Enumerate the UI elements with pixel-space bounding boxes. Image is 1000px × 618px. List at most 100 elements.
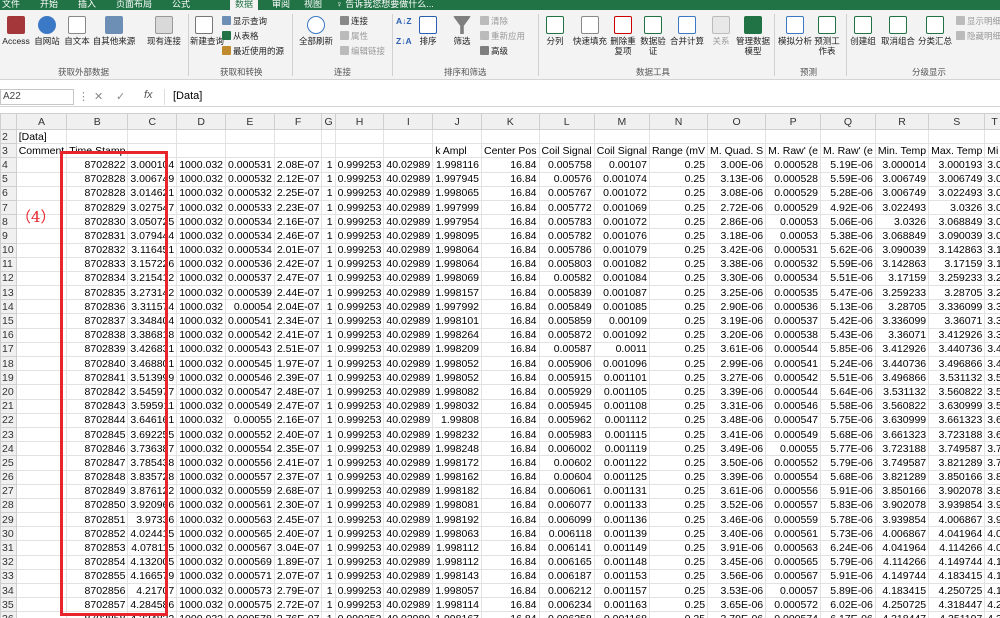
row-header[interactable]: 22 [0, 412, 17, 428]
cell[interactable]: 2.99E-06 [707, 355, 767, 372]
cell[interactable]: 1.998032 [432, 398, 482, 414]
cell[interactable]: 0.006118 [538, 526, 595, 542]
cell[interactable]: 0.25 [648, 242, 709, 258]
cell[interactable]: 1.998232 [432, 426, 482, 443]
relationships-button[interactable]: 关系 [708, 16, 734, 46]
cell[interactable]: 0.000537 [765, 313, 822, 329]
cell[interactable]: 0.25 [648, 455, 709, 471]
cell[interactable]: 0.000554 [765, 469, 822, 485]
cell[interactable]: 1 [321, 582, 336, 599]
cell[interactable]: Max. Temp [928, 143, 986, 159]
cell[interactable]: 4.250725 [874, 597, 930, 613]
cell[interactable]: 16.84 [481, 497, 540, 514]
cell[interactable]: 1.997945 [432, 171, 482, 187]
cell[interactable]: 5.59E-06 [820, 256, 876, 272]
sort-ascending-button[interactable]: A↓Z [396, 16, 412, 26]
cell[interactable]: 1000.032 [176, 611, 227, 618]
cell[interactable]: 1.998065 [432, 185, 482, 201]
cell[interactable]: 16.84 [481, 568, 540, 585]
cell[interactable]: 0.001076 [593, 228, 650, 244]
new-query-button[interactable]: 新建查询 [190, 16, 224, 46]
cell[interactable]: 0.25 [648, 384, 709, 400]
cell[interactable]: 0.000536 [225, 256, 275, 272]
cell[interactable]: 5.64E-06 [820, 384, 876, 400]
cell[interactable]: 0.000563 [225, 512, 275, 528]
enter-check-icon[interactable]: ✓ [116, 90, 125, 103]
cell[interactable]: 40.02989 [383, 185, 434, 201]
cancel-icon[interactable]: ✕ [94, 90, 103, 103]
row-header[interactable]: 5 [0, 171, 17, 187]
ungroup-button[interactable]: 取消组合 [880, 16, 916, 46]
cell[interactable]: 0.25 [648, 568, 709, 585]
column-header[interactable]: G [321, 113, 336, 130]
cell[interactable]: 3.902078 [874, 497, 930, 514]
cell[interactable]: 0.000543 [225, 341, 275, 358]
row-header[interactable]: 14 [0, 299, 17, 315]
cell[interactable]: 1.998209 [432, 341, 482, 358]
cell[interactable]: 3.749587 [874, 455, 930, 471]
cell[interactable]: 0.005803 [538, 256, 595, 272]
cell[interactable]: 4.250725 [928, 582, 986, 599]
recent-sources-button[interactable]: 最近使用的源 [222, 46, 284, 56]
cell[interactable]: 5.73E-06 [820, 526, 876, 542]
cell[interactable]: 0.006258 [538, 611, 595, 618]
cell[interactable]: 1 [321, 483, 336, 499]
cell[interactable]: 3.5 [984, 384, 1000, 400]
cell[interactable]: 16.84 [481, 597, 540, 613]
cell[interactable]: 0.000565 [765, 554, 822, 570]
show-detail-button[interactable]: 显示明细 [956, 16, 1000, 26]
cell[interactable]: 0.000534 [225, 228, 275, 244]
cell[interactable]: 3.8 [984, 469, 1000, 485]
cell[interactable]: 40.02989 [383, 313, 434, 329]
cell[interactable]: 0.25 [648, 285, 709, 301]
cell[interactable]: 0.00055 [765, 441, 822, 457]
cell[interactable]: 3.3 [984, 327, 1000, 343]
cell[interactable] [321, 143, 336, 159]
row-header[interactable]: 3 [0, 143, 17, 159]
cell[interactable]: 1 [321, 568, 336, 585]
cell[interactable]: 0.999253 [334, 228, 385, 244]
remove-duplicates-button[interactable]: 删除重复项 [610, 16, 636, 56]
cell[interactable]: 1000.032 [176, 455, 227, 471]
cell[interactable]: 40.02989 [383, 370, 434, 386]
tab-data[interactable]: 数据 [230, 0, 259, 10]
cell[interactable]: 4.1 [984, 554, 1000, 570]
cell[interactable]: 3.142863 [928, 242, 986, 258]
cell[interactable]: 40.02989 [383, 512, 434, 528]
cell[interactable]: 2.23E-07 [273, 199, 323, 216]
cell[interactable] [273, 128, 323, 145]
tab-review[interactable]: 审阅 [272, 0, 290, 10]
cell[interactable]: 3.412926 [928, 327, 986, 343]
cell[interactable]: 4.2 [984, 597, 1000, 613]
cell[interactable]: 40.02989 [383, 199, 434, 216]
cell[interactable]: 4.183415 [874, 582, 930, 599]
cell[interactable]: 0.999253 [334, 285, 385, 301]
cell[interactable]: 0.005872 [538, 327, 595, 343]
cell[interactable] [321, 128, 336, 145]
cell[interactable]: 3.939854 [928, 497, 986, 514]
cell[interactable]: 2.51E-07 [273, 341, 323, 358]
existing-connections-button[interactable]: 现有连接 [144, 16, 184, 46]
edit-links-button[interactable]: 编辑链接 [340, 46, 385, 56]
column-header[interactable]: Q [820, 113, 876, 130]
cell[interactable]: 0.000538 [765, 327, 822, 343]
cell[interactable]: 6.17E-06 [820, 611, 876, 618]
cell[interactable]: 0.000547 [765, 412, 822, 428]
cell[interactable] [334, 143, 385, 159]
cell[interactable]: Mi [984, 143, 1000, 159]
cell[interactable]: M. Quad. S [707, 143, 767, 159]
cell[interactable]: 0.006234 [538, 597, 595, 613]
row-header[interactable]: 9 [0, 228, 17, 244]
cell[interactable]: 3.39E-06 [707, 384, 767, 400]
cell[interactable]: 16.84 [481, 441, 540, 457]
cell[interactable]: 3.5 [984, 398, 1000, 414]
cell[interactable] [66, 128, 129, 145]
cell[interactable]: 0.001079 [593, 242, 650, 258]
properties-button[interactable]: 属性 [340, 31, 368, 41]
cell[interactable]: 40.02989 [383, 398, 434, 414]
cell[interactable]: 16.84 [481, 242, 540, 258]
cell[interactable]: 16.84 [481, 171, 540, 187]
cell[interactable]: 3.0 [984, 157, 1000, 173]
cell[interactable]: 3.1 [984, 242, 1000, 258]
row-header[interactable]: 10 [0, 242, 17, 258]
